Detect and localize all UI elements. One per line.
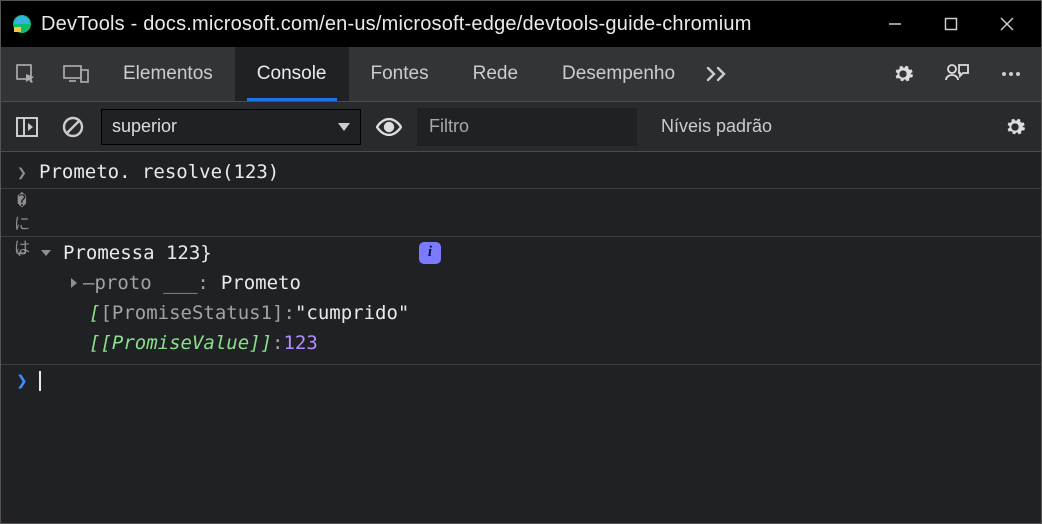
tab-performance[interactable]: Desempenho	[540, 47, 697, 101]
proto-row[interactable]: —proto ___: Prometo	[1, 268, 1041, 298]
expand-proto-icon[interactable]	[71, 278, 77, 288]
console-toolbar: superior Níveis padrão	[1, 102, 1041, 152]
promise-value-row: [[PromiseValue]] : 123	[1, 328, 1041, 358]
console-result-row[interactable]: ↩ Promessa 123} i	[1, 236, 1041, 268]
live-expression-icon[interactable]	[371, 109, 407, 145]
log-levels[interactable]: Níveis padrão	[647, 116, 987, 137]
bracket-open: [	[89, 302, 100, 324]
main-toolbar: Elementos Console Fontes Rede Desempenho	[1, 47, 1041, 102]
inspect-icon[interactable]	[1, 47, 51, 101]
status-key: [PromiseStatus1]	[100, 302, 283, 324]
promise-status-row: [ [PromiseStatus1] : "cumprido"	[1, 298, 1041, 328]
dropdown-caret-icon	[338, 116, 350, 137]
sidebar-toggle-icon[interactable]	[9, 109, 45, 145]
clear-console-icon[interactable]	[55, 109, 91, 145]
settings-gear-icon[interactable]	[879, 47, 927, 102]
tab-label: Fontes	[371, 63, 429, 85]
tab-label: Console	[257, 63, 327, 85]
prompt-caret-icon: ❯	[11, 370, 33, 392]
result-marker-icon: ↩	[11, 243, 33, 262]
console-input-row[interactable]: ❯ Prometo. resolve(123)	[1, 156, 1041, 188]
console-body: ↩ Promessa 123} i —proto ___: Prometo [ …	[1, 232, 1041, 400]
close-button[interactable]	[979, 1, 1035, 47]
status-value: "cumprido"	[295, 302, 409, 324]
text-cursor	[39, 371, 41, 391]
tab-console[interactable]: Console	[235, 47, 349, 101]
console-prompt[interactable]: ❯	[1, 364, 1041, 396]
window-title: DevTools - docs.microsoft.com/en-us/micr…	[41, 13, 859, 36]
status-sep: :	[283, 302, 294, 324]
tab-sources[interactable]: Fontes	[349, 47, 451, 101]
input-caret-icon: ❯	[11, 163, 33, 182]
info-badge-icon[interactable]: i	[419, 242, 441, 264]
log-levels-label: Níveis padrão	[661, 116, 772, 136]
window-controls	[867, 1, 1035, 47]
tab-elements[interactable]: Elementos	[101, 47, 235, 101]
result-summary: Promessa 123}	[57, 242, 212, 264]
toolbar-right	[879, 47, 1041, 101]
tab-label: Elementos	[123, 63, 213, 85]
minimize-button[interactable]	[867, 1, 923, 47]
console-input-text: Prometo. resolve(123)	[33, 161, 279, 183]
context-value: superior	[112, 116, 177, 137]
console-settings-icon[interactable]	[997, 109, 1033, 145]
feedback-icon[interactable]	[933, 47, 981, 102]
more-tabs-icon[interactable]	[697, 47, 737, 101]
tab-label: Desempenho	[562, 63, 675, 85]
panel-tabs: Elementos Console Fontes Rede Desempenho	[101, 47, 697, 101]
device-toggle-icon[interactable]	[51, 47, 101, 101]
tab-label: Rede	[473, 63, 518, 85]
filter-input[interactable]	[417, 108, 637, 146]
context-selector[interactable]: superior	[101, 109, 361, 145]
value-key: [[PromiseValue]]	[89, 332, 272, 354]
more-menu-icon[interactable]	[987, 47, 1035, 102]
tab-network[interactable]: Rede	[451, 47, 540, 101]
proto-key: —proto ___:	[83, 272, 209, 294]
titlebar: DevTools - docs.microsoft.com/en-us/micr…	[1, 1, 1041, 47]
app-icon	[11, 13, 33, 35]
expand-toggle-icon[interactable]	[41, 250, 51, 256]
maximize-button[interactable]	[923, 1, 979, 47]
value-number: 123	[283, 332, 317, 354]
proto-value: Prometo	[221, 272, 301, 294]
value-sep: :	[272, 332, 283, 354]
